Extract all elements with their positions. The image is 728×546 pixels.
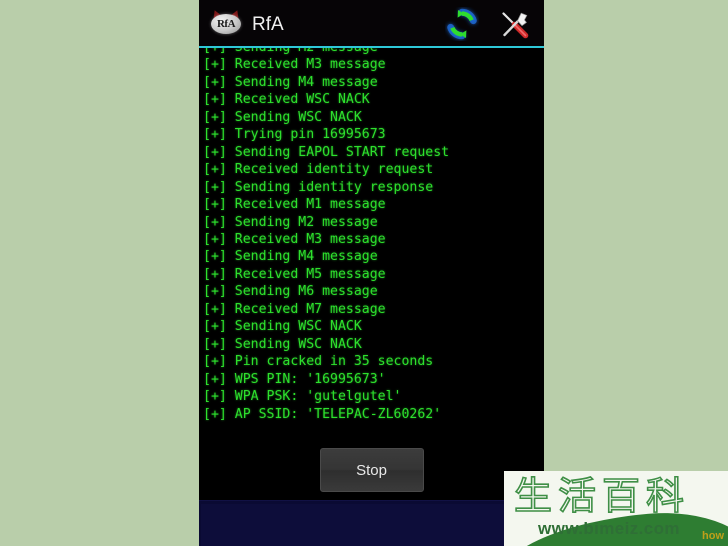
tools-button[interactable] bbox=[488, 1, 540, 47]
watermark: 生活百科 www.bimeiz.com how bbox=[504, 471, 728, 546]
stop-button[interactable]: Stop bbox=[319, 448, 424, 492]
log-line: [+] Received M1 message bbox=[203, 197, 386, 213]
refresh-button[interactable] bbox=[436, 1, 488, 47]
system-navigation-bar[interactable] bbox=[199, 500, 544, 546]
log-line: [+] Received M3 message bbox=[203, 57, 386, 73]
log-line: [+] Sending M6 message bbox=[203, 284, 378, 300]
app-titlebar: RfA RfA bbox=[199, 0, 544, 48]
log-line: [+] Sending M4 message bbox=[203, 74, 378, 90]
log-line: [+] Sending identity response bbox=[203, 179, 434, 195]
log-line: [+] Sending EAPOL START request bbox=[203, 144, 450, 160]
log-line: [+] Received identity request bbox=[203, 162, 434, 178]
log-line: [+] AP SSID: 'TELEPAC-ZL60262' bbox=[203, 406, 442, 422]
phone-screen: RfA RfA [+] Received M3 message [+] Send… bbox=[199, 0, 544, 546]
log-line: [+] WPS PIN: '16995673' bbox=[203, 371, 386, 387]
screenshot-root: RfA RfA [+] Received M3 message [+] Send… bbox=[0, 0, 728, 546]
refresh-sync-icon bbox=[447, 8, 477, 40]
log-line: [+] Received M7 message bbox=[203, 301, 386, 317]
log-line: [+] Trying pin 16995673 bbox=[203, 127, 386, 143]
watermark-url: www.bimeiz.com bbox=[538, 519, 680, 538]
log-line: [+] Sending M2 message bbox=[203, 48, 544, 56]
action-row: Stop bbox=[199, 448, 544, 492]
app-logo-icon: RfA bbox=[209, 8, 243, 38]
watermark-sub-text: how bbox=[702, 530, 724, 542]
logo-oval: RfA bbox=[211, 14, 241, 34]
log-line: [+] Sending M4 message bbox=[203, 249, 378, 265]
log-line: [+] Received M3 message bbox=[203, 231, 386, 247]
log-line: [+] Pin cracked in 35 seconds bbox=[203, 354, 434, 370]
titlebar-actions bbox=[436, 0, 540, 48]
log-line: [+] Sending WSC NACK bbox=[203, 319, 362, 335]
watermark-chinese-text: 生活百科 bbox=[513, 474, 691, 519]
logo-text: RfA bbox=[216, 17, 236, 30]
navbar-inner bbox=[201, 504, 542, 546]
app-title: RfA bbox=[252, 13, 284, 35]
log-line: [+] Sending WSC NACK bbox=[203, 109, 362, 125]
log-line: [+] Received WSC NACK bbox=[203, 92, 370, 108]
log-line: [+] Sending M2 message bbox=[203, 214, 378, 230]
log-line: [+] WPA PSK: 'gutelgutel' bbox=[203, 389, 402, 405]
hammer-screwdriver-icon bbox=[502, 12, 529, 39]
log-line: [+] Sending WSC NACK bbox=[203, 336, 362, 352]
log-line: [+] Received M5 message bbox=[203, 266, 386, 282]
terminal-output[interactable]: [+] Sending M2 message [+] Received M3 m… bbox=[199, 48, 544, 500]
